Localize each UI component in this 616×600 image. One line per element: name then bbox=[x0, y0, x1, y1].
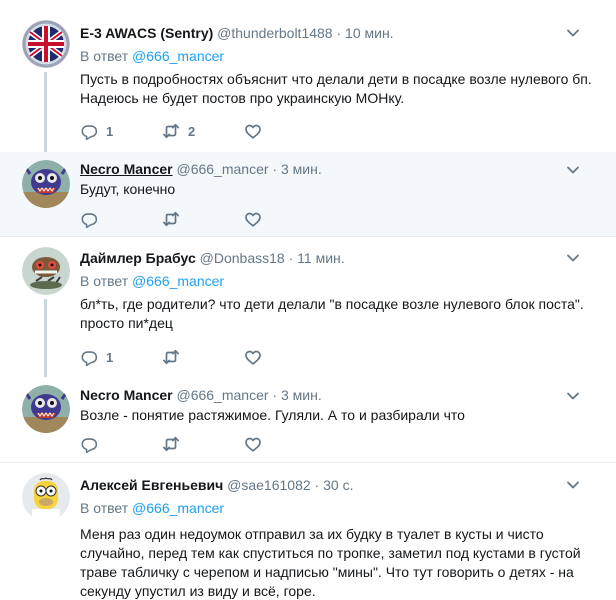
retweet-count: 2 bbox=[188, 123, 196, 139]
reply-icon bbox=[81, 213, 98, 228]
username[interactable]: @666_mancer bbox=[176, 161, 268, 177]
reply-icon bbox=[81, 438, 98, 453]
timestamp[interactable]: 3 мин. bbox=[281, 161, 322, 177]
reply-button[interactable]: 1 bbox=[80, 348, 162, 366]
reply-to-link[interactable]: @666_mancer bbox=[132, 273, 224, 289]
like-button[interactable] bbox=[244, 210, 326, 228]
tweet-actions: 1 2 bbox=[80, 121, 326, 141]
username[interactable]: @666_mancer bbox=[176, 387, 268, 403]
reply-icon bbox=[81, 351, 98, 366]
separator-dot: · bbox=[336, 25, 342, 41]
reply-button[interactable] bbox=[80, 210, 162, 228]
reply-to-link[interactable]: @666_mancer bbox=[132, 48, 224, 64]
reply-button[interactable]: 1 bbox=[80, 122, 162, 140]
username[interactable]: @Donbass18 bbox=[200, 250, 285, 266]
display-name[interactable]: E-3 AWACS (Sentry) bbox=[80, 25, 213, 41]
avatar[interactable] bbox=[22, 385, 70, 433]
display-name[interactable]: Алексей Евгеньевич bbox=[80, 477, 223, 493]
reply-icon bbox=[81, 125, 98, 140]
tweet[interactable]: Даймлер Брабус @Donbass18 · 11 мин. В от… bbox=[0, 237, 616, 377]
tweet-actions bbox=[80, 434, 326, 454]
chevron-down-icon[interactable] bbox=[566, 478, 580, 492]
retweet-button[interactable]: 2 bbox=[162, 122, 244, 140]
tweet-text: бл*ть, где родители? что дети делали "в … bbox=[80, 296, 584, 331]
display-name[interactable]: Даймлер Брабус bbox=[80, 250, 196, 266]
separator-dot: · bbox=[314, 477, 320, 493]
tweet-text: Меня раз один недоумок отправил за их бу… bbox=[80, 526, 581, 599]
retweet-icon bbox=[162, 349, 180, 365]
chevron-down-icon[interactable] bbox=[566, 163, 580, 177]
retweet-icon bbox=[162, 123, 180, 139]
tweet-text: Будут, конечно bbox=[80, 181, 176, 197]
tweet-text: Пусть в подробностях объяснит что делали… bbox=[80, 71, 592, 106]
like-button[interactable] bbox=[244, 122, 326, 140]
tweet[interactable]: Алексей Евгеньевич @sae161082 · 30 с. В … bbox=[0, 463, 616, 600]
chevron-down-icon[interactable] bbox=[566, 389, 580, 403]
avatar[interactable] bbox=[22, 473, 70, 521]
retweet-icon bbox=[162, 436, 180, 452]
retweet-button[interactable] bbox=[162, 348, 244, 366]
chevron-down-icon[interactable] bbox=[566, 251, 580, 265]
tweet[interactable]: Necro Mancer @666_mancer · 3 мин. Будут,… bbox=[0, 152, 616, 236]
like-button[interactable] bbox=[244, 348, 326, 366]
reply-prefix: В ответ bbox=[80, 273, 129, 289]
thread-line bbox=[44, 299, 47, 377]
heart-icon bbox=[245, 350, 261, 365]
reply-to-link[interactable]: @666_mancer bbox=[132, 500, 224, 516]
reply-button[interactable] bbox=[80, 435, 162, 453]
chevron-down-icon[interactable] bbox=[566, 26, 580, 40]
reply-prefix: В ответ bbox=[80, 48, 129, 64]
tweet-actions: 1 bbox=[80, 347, 326, 367]
heart-icon bbox=[245, 212, 261, 227]
tweet-actions bbox=[80, 209, 326, 229]
reply-context: В ответ @666_mancer bbox=[80, 499, 596, 517]
reply-context: В ответ @666_mancer bbox=[80, 272, 596, 290]
like-button[interactable] bbox=[244, 435, 326, 453]
heart-icon bbox=[245, 437, 261, 452]
tweet[interactable]: Necro Mancer @666_mancer · 3 мин. Возле … bbox=[0, 377, 616, 462]
separator-dot: · bbox=[272, 387, 278, 403]
thread-line bbox=[44, 72, 47, 152]
display-name[interactable]: Necro Mancer bbox=[80, 161, 173, 177]
display-name[interactable]: Necro Mancer bbox=[80, 387, 173, 403]
timestamp[interactable]: 30 с. bbox=[323, 477, 353, 493]
reply-context: В ответ @666_mancer bbox=[80, 47, 596, 65]
reply-count: 1 bbox=[106, 349, 114, 365]
avatar[interactable] bbox=[22, 160, 70, 208]
tweet[interactable]: E-3 AWACS (Sentry) @thunderbolt1488 · 10… bbox=[0, 0, 616, 152]
retweet-button[interactable] bbox=[162, 210, 244, 228]
reply-count: 1 bbox=[106, 123, 114, 139]
timestamp[interactable]: 10 мин. bbox=[345, 25, 394, 41]
timestamp[interactable]: 3 мин. bbox=[281, 387, 322, 403]
avatar[interactable] bbox=[22, 247, 70, 295]
separator-dot: · bbox=[272, 161, 278, 177]
reply-prefix: В ответ bbox=[80, 500, 129, 516]
username[interactable]: @thunderbolt1488 bbox=[217, 25, 332, 41]
retweet-button[interactable] bbox=[162, 435, 244, 453]
avatar[interactable] bbox=[22, 20, 70, 68]
timestamp[interactable]: 11 мин. bbox=[297, 250, 345, 266]
tweet-text: Возле - понятие растяжимое. Гуляли. А то… bbox=[80, 407, 465, 423]
username[interactable]: @sae161082 bbox=[227, 477, 311, 493]
heart-icon bbox=[245, 124, 261, 139]
retweet-icon bbox=[162, 211, 180, 227]
separator-dot: · bbox=[288, 250, 294, 266]
